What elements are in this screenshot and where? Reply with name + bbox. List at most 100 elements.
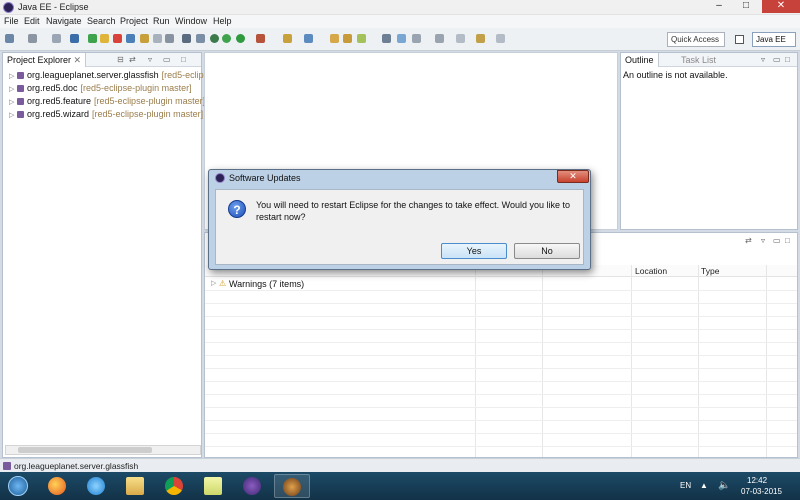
warnings-row-label: Warnings (7 items) [229,279,305,289]
chrome-icon [165,477,183,495]
terminate-icon[interactable] [165,34,174,43]
menu-edit[interactable]: Edit [24,16,40,26]
stop-server-icon[interactable] [113,34,122,43]
tab-project-explorer[interactable]: Project Explorer ✕ [3,53,87,67]
start-server-icon[interactable] [88,34,97,43]
view-menu-icon[interactable]: ⇄ [745,236,752,245]
maximize-button[interactable]: □ [735,0,757,13]
gear-icon[interactable] [210,34,219,43]
back-icon[interactable] [476,34,485,43]
external-tools-icon[interactable] [256,34,265,43]
tree-item[interactable]: ▷ org.red5.feature [red5-eclipse-plugin ma… [9,96,205,106]
debug-server-icon[interactable] [100,34,109,43]
menu-window[interactable]: Window [175,16,207,26]
annotation-icon[interactable] [357,34,366,43]
collapse-all-icon[interactable]: ⊟ [117,55,124,64]
tab-outline[interactable]: Outline [621,53,659,67]
tree-item[interactable]: ▷ org.red5.doc [red5-eclipse-plugin master… [9,83,192,93]
project-icon [17,98,24,106]
language-indicator[interactable]: EN [680,481,691,490]
next-annotation-icon[interactable] [412,34,421,43]
expand-arrow-icon[interactable]: ▷ [211,279,216,287]
yes-button[interactable]: Yes [441,243,507,259]
publish-icon[interactable] [126,34,135,43]
minimize-view-icon[interactable]: ▭ [163,55,171,64]
maximize-view-icon[interactable]: □ [785,55,790,64]
tree-item[interactable]: ▷ org.red5.wizard [red5-eclipse-plugin mas… [9,109,203,119]
print-icon[interactable] [52,34,61,43]
open-perspective-icon[interactable] [735,35,744,44]
expand-arrow-icon[interactable]: ▷ [9,111,17,119]
view-menu-icon[interactable]: ▿ [761,236,765,245]
column-location[interactable]: Location [635,266,667,276]
clock-time[interactable]: 12:42 [747,476,767,485]
maximize-view-icon[interactable]: □ [785,236,790,245]
table-row [205,317,797,330]
menu-file[interactable]: File [4,16,19,26]
dialog-title: Software Updates [229,173,301,183]
taskbar-github[interactable] [235,474,271,498]
project-branch: [red5-eclipse-plugin master] [94,96,206,106]
pin-icon[interactable] [397,34,406,43]
scrollbar-thumb[interactable] [18,447,152,453]
tree-item[interactable]: ▷ org.leagueplanet.server.glassfish [red5-… [9,70,213,80]
github-icon [243,477,261,495]
taskbar-eclipse[interactable] [274,474,310,498]
search-icon[interactable] [196,34,205,43]
expand-arrow-icon[interactable]: ▷ [9,85,17,93]
profile-icon[interactable] [140,34,149,43]
close-window-button[interactable]: ✕ [762,0,800,13]
menu-search[interactable]: Search [87,16,116,26]
open-task-icon[interactable] [343,34,352,43]
open-type-icon[interactable] [182,34,191,43]
expand-arrow-icon[interactable]: ▷ [9,72,17,80]
no-button[interactable]: No [514,243,580,259]
status-text: org.leagueplanet.server.glassfish [14,461,139,471]
new-icon[interactable] [5,34,14,43]
forward-icon[interactable] [496,34,505,43]
minimize-button[interactable]: – [708,0,730,13]
expand-arrow-icon[interactable]: ▷ [9,98,17,106]
run-icon[interactable] [236,34,245,43]
minimize-view-icon[interactable]: ▭ [773,236,781,245]
table-row[interactable]: ▷ ⚠ Warnings (7 items) [205,278,797,291]
taskbar-chrome[interactable] [157,474,193,498]
column-type[interactable]: Type [701,266,719,276]
quick-access-input[interactable]: Quick Access [667,32,725,47]
debug-icon[interactable] [222,34,231,43]
tab-task-list[interactable]: Task List [677,53,720,67]
disconnect-icon[interactable] [153,34,162,43]
tab-project-explorer-label: Project Explorer [7,55,72,65]
dialog-close-button[interactable]: ✕ [557,170,589,183]
save-icon[interactable] [28,34,37,43]
last-edit-icon[interactable] [456,34,465,43]
menu-help[interactable]: Help [213,16,232,26]
tab-close-icon[interactable]: ✕ [74,55,82,65]
new-package-icon[interactable] [283,34,292,43]
view-menu-icon[interactable]: ▿ [761,55,765,64]
table-row [205,356,797,369]
minimize-view-icon[interactable]: ▭ [773,55,781,64]
clock-date[interactable]: 07-03-2015 [741,487,782,496]
horizontal-scrollbar[interactable] [5,445,201,455]
toggle-mark-icon[interactable] [382,34,391,43]
taskbar-firefox[interactable] [40,474,76,498]
link-editor-icon[interactable]: ⇄ [129,55,136,64]
start-button[interactable] [2,474,36,498]
open-folder-icon[interactable] [330,34,339,43]
server-icon[interactable] [70,34,79,43]
tray-arrow-icon[interactable]: ▲ [700,481,708,490]
taskbar-internet-explorer[interactable] [79,474,115,498]
view-menu-icon[interactable]: ▿ [148,55,152,64]
perspective-java-ee-button[interactable]: Java EE [752,32,796,47]
taskbar-file-explorer[interactable] [118,474,154,498]
menu-run[interactable]: Run [153,16,170,26]
menu-project[interactable]: Project [120,16,148,26]
new-class-icon[interactable] [304,34,313,43]
prev-annotation-icon[interactable] [435,34,444,43]
volume-icon[interactable]: 🔈 [718,480,730,491]
menu-navigate[interactable]: Navigate [46,16,82,26]
taskbar-sticky-notes[interactable] [196,474,232,498]
maximize-view-icon[interactable]: □ [181,55,186,64]
firefox-icon [48,477,66,495]
